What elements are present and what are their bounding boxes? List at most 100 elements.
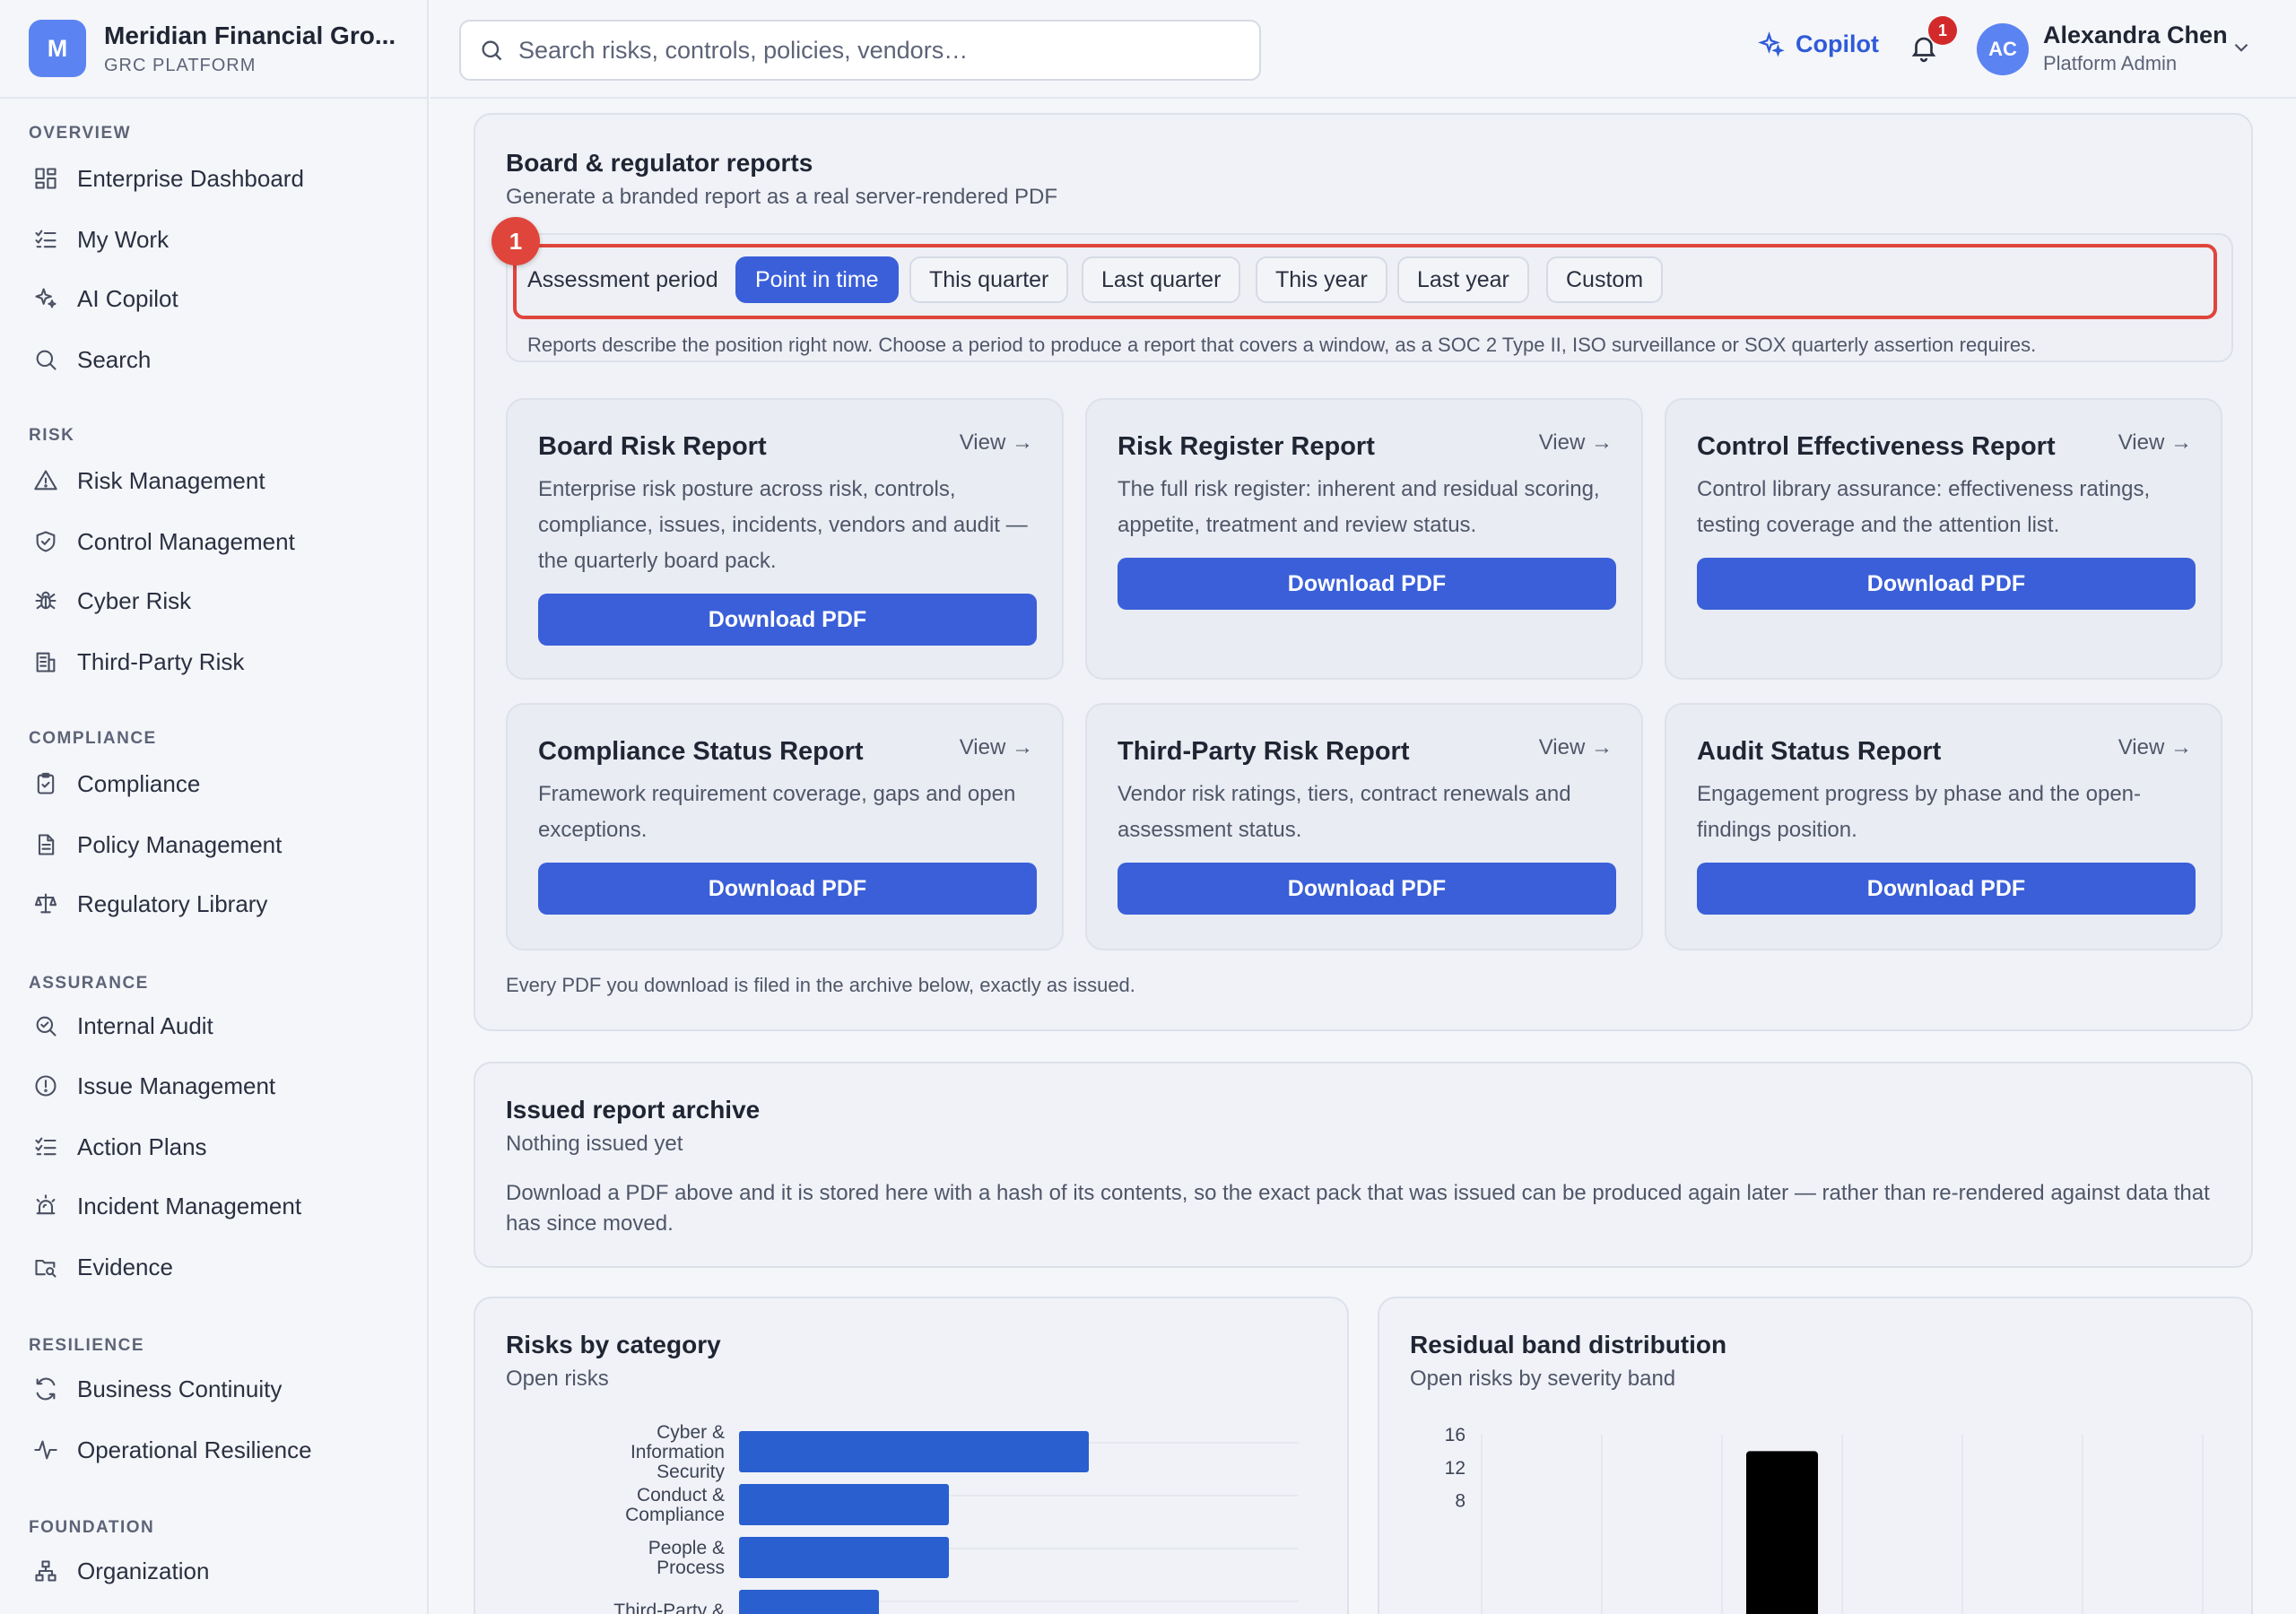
view-report-link[interactable]: View → [960, 735, 1033, 760]
archive-title: Issued report archive [506, 1096, 761, 1124]
alert-circle-icon [32, 1072, 59, 1099]
sparkles-icon [32, 285, 59, 312]
platform-label: GRC PLATFORM [104, 55, 257, 75]
residual-band-chart: 16 12 8 [1445, 1425, 2204, 1614]
sidebar-item-policy-management[interactable]: Policy Management [16, 819, 411, 871]
y-tick-label: 8 [1455, 1491, 1465, 1512]
archive-panel: Issued report archive Nothing issued yet… [474, 1062, 2253, 1268]
sidebar-item-label: Action Plans [77, 1132, 207, 1160]
org-chart-icon [32, 1558, 59, 1584]
sidebar-item-enterprise-dashboard[interactable]: Enterprise Dashboard [16, 152, 411, 204]
reports-title: Board & regulator reports [506, 149, 813, 177]
report-description: Engagement progress by phase and the ope… [1697, 782, 2142, 842]
sidebar-item-label: Business Continuity [77, 1375, 283, 1402]
report-description: Framework requirement coverage, gaps and… [538, 782, 1016, 842]
sidebar-item-business-continuity[interactable]: Business Continuity [16, 1363, 411, 1415]
nav-section-title: FOUNDATION [29, 1518, 155, 1537]
reports-panel: Board & regulator reports Generate a bra… [474, 113, 2253, 1031]
copilot-label: Copilot [1796, 30, 1879, 57]
period-chip-point-in-time[interactable]: Point in time [735, 256, 899, 303]
category-bar[interactable] [739, 1431, 1089, 1472]
sidebar-item-internal-audit[interactable]: Internal Audit [16, 1000, 411, 1052]
checklist-icon [32, 226, 59, 253]
building-icon [32, 648, 59, 675]
period-chip-this-year[interactable]: This year [1256, 256, 1387, 303]
download-pdf-button[interactable]: Download PDF [1697, 558, 2196, 610]
sidebar-item-cyber-risk[interactable]: Cyber Risk [16, 575, 411, 627]
sidebar-item-search[interactable]: Search [16, 334, 411, 386]
reports-subtitle: Generate a branded report as a real serv… [506, 185, 1057, 209]
period-chip-last-year[interactable]: Last year [1397, 256, 1529, 303]
avatar[interactable]: AC [1977, 23, 2029, 75]
view-report-link[interactable]: View → [2118, 430, 2192, 456]
sidebar-item-issue-management[interactable]: Issue Management [16, 1060, 411, 1112]
category-label: Third-Party & [613, 1601, 725, 1614]
nav-section-title: RESILIENCE [29, 1336, 145, 1355]
sidebar-item-label: My Work [77, 225, 170, 253]
view-report-link[interactable]: View → [1539, 430, 1613, 456]
category-bar[interactable] [739, 1484, 949, 1525]
report-title: Third-Party Risk Report [1118, 737, 1410, 766]
sidebar-item-label: Organization [77, 1557, 210, 1584]
nav-section-title: COMPLIANCE [29, 729, 157, 748]
sidebar-item-label: Third-Party Risk [77, 647, 245, 675]
sidebar-item-my-work[interactable]: My Work [16, 213, 411, 265]
clipboard-check-icon [32, 770, 59, 797]
sidebar-item-action-plans[interactable]: Action Plans [16, 1121, 411, 1173]
sidebar-item-label: Operational Resilience [77, 1436, 312, 1463]
download-pdf-button[interactable]: Download PDF [538, 863, 1037, 915]
sidebar-item-evidence[interactable]: Evidence [16, 1241, 411, 1293]
download-pdf-button[interactable]: Download PDF [1118, 558, 1616, 610]
download-pdf-button[interactable]: Download PDF [1118, 863, 1616, 915]
report-card: Risk Register Report View → The full risk … [1085, 398, 1643, 680]
view-report-link[interactable]: View → [1539, 735, 1613, 760]
period-chip-custom[interactable]: Custom [1546, 256, 1664, 303]
copilot-button[interactable]: Copilot [1758, 30, 1879, 58]
global-search[interactable] [459, 20, 1261, 81]
residual-band-panel: Residual band distribution Open risks by… [1378, 1297, 2253, 1614]
search-icon [482, 40, 502, 61]
search-input[interactable] [518, 36, 1236, 65]
band-bar[interactable] [1746, 1451, 1818, 1614]
sidebar-item-control-management[interactable]: Control Management [16, 516, 411, 568]
view-report-link[interactable]: View → [960, 430, 1033, 456]
sidebar-item-operational-resilience[interactable]: Operational Resilience [16, 1424, 411, 1476]
category-label: Process [657, 1558, 725, 1578]
user-menu-toggle[interactable] [2230, 36, 2255, 61]
pulse-icon [32, 1436, 59, 1463]
report-title: Compliance Status Report [538, 737, 864, 766]
sidebar-item-third-party-risk[interactable]: Third-Party Risk [16, 636, 411, 688]
sidebar-item-risk-management[interactable]: Risk Management [16, 455, 411, 507]
chevron-down-icon [2234, 43, 2248, 52]
report-description: The full risk register: inherent and res… [1118, 477, 1600, 537]
sidebar-item-label: Enterprise Dashboard [77, 164, 304, 192]
period-chip-last-quarter[interactable]: Last quarter [1082, 256, 1241, 303]
period-note: Reports describe the position right now.… [527, 334, 2037, 356]
refresh-icon [32, 1375, 59, 1402]
nav-section-title: RISK [29, 426, 75, 445]
sidebar-item-ai-copilot[interactable]: AI Copilot [16, 273, 411, 325]
report-title: Control Effectiveness Report [1697, 432, 2056, 461]
report-title: Audit Status Report [1697, 737, 1942, 766]
sidebar-item-label: Evidence [77, 1253, 173, 1280]
category-bar[interactable] [739, 1537, 949, 1578]
sidebar-item-regulatory-library[interactable]: Regulatory Library [16, 878, 411, 930]
period-chip-this-quarter[interactable]: This quarter [909, 256, 1069, 303]
folder-search-icon [32, 1254, 59, 1280]
category-bar[interactable] [739, 1590, 879, 1614]
sidebar-item-label: Incident Management [77, 1192, 302, 1219]
brand[interactable]: M Meridian Financial Gro... GRC PLATFORM [0, 0, 427, 99]
risks-by-category-chart: Cyber &InformationSecurity Conduct &Compl… [613, 1422, 1299, 1614]
download-pdf-button[interactable]: Download PDF [1697, 863, 2196, 915]
sidebar-item-organization[interactable]: Organization [16, 1545, 411, 1597]
sidebar-item-label: Search [77, 345, 152, 373]
view-report-link[interactable]: View → [2118, 735, 2192, 760]
sidebar-item-incident-management[interactable]: Incident Management [16, 1180, 411, 1232]
download-pdf-button[interactable]: Download PDF [538, 594, 1037, 646]
user-name[interactable]: Alexandra Chen [2043, 22, 2228, 49]
sidebar-item-label: Policy Management [77, 830, 283, 858]
sidebar-item-compliance[interactable]: Compliance [16, 758, 411, 810]
report-description: Control library assurance: effectiveness… [1697, 477, 2151, 537]
sparkles-icon [1758, 30, 1785, 56]
document-icon [32, 831, 59, 858]
